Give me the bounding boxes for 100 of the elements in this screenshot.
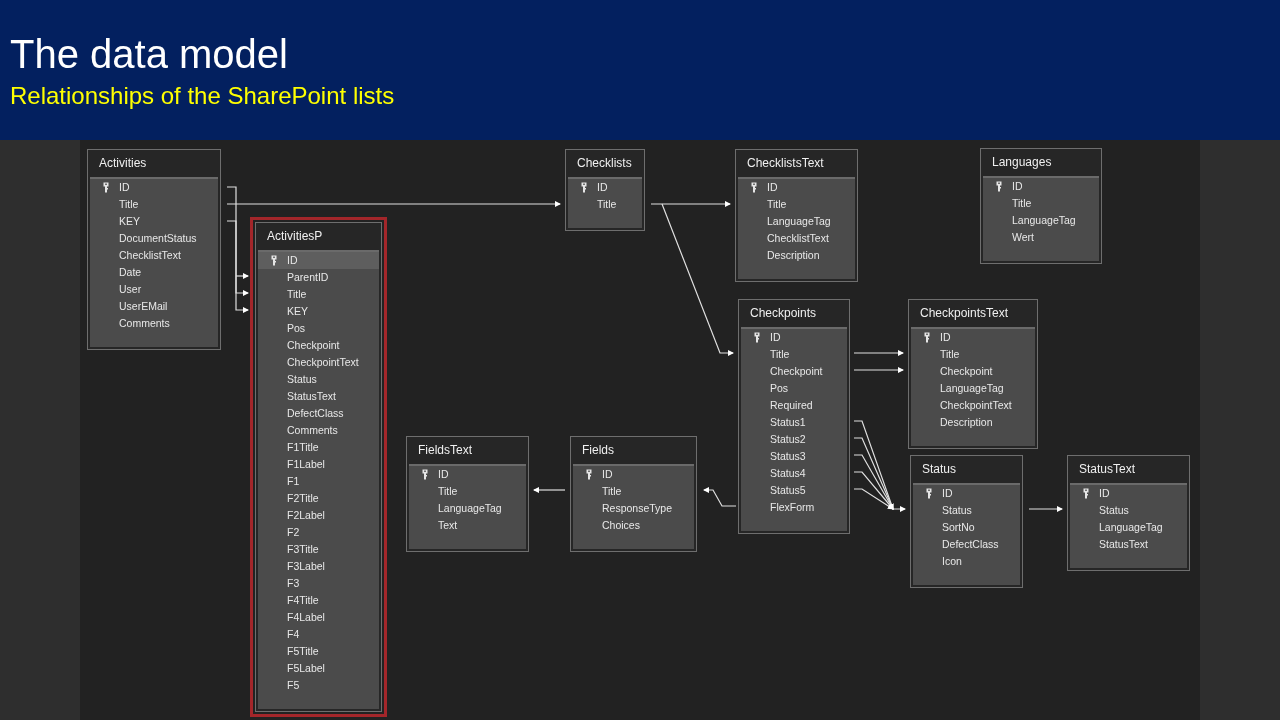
column-row[interactable]: Choices xyxy=(573,517,694,534)
column-row[interactable]: Title xyxy=(911,346,1035,363)
column-row[interactable]: Checkpoint xyxy=(741,363,847,380)
column-row[interactable]: Title xyxy=(90,196,218,213)
relationship-line xyxy=(853,367,904,373)
column-row[interactable]: ID xyxy=(911,329,1035,346)
column-row[interactable]: ID xyxy=(568,179,642,196)
column-name: Choices xyxy=(602,519,640,532)
column-row[interactable]: Status1 xyxy=(741,414,847,431)
table-card[interactable]: Fields ID Title ResponseType Choices xyxy=(570,436,697,552)
column-row[interactable]: Title xyxy=(258,286,379,303)
column-row[interactable]: Status xyxy=(913,502,1020,519)
column-row[interactable]: ID xyxy=(741,329,847,346)
column-row[interactable]: Status xyxy=(258,371,379,388)
column-row[interactable]: ParentID xyxy=(258,269,379,286)
column-row[interactable]: Title xyxy=(738,196,855,213)
column-row[interactable]: F2 xyxy=(258,524,379,541)
column-row[interactable]: DocumentStatus xyxy=(90,230,218,247)
table-card[interactable]: ChecklistsText ID Title LanguageTag ChecklistText Description xyxy=(735,149,858,282)
column-row[interactable]: Status xyxy=(1070,502,1187,519)
column-row[interactable]: ID xyxy=(258,252,379,269)
table-card[interactable]: FieldsText ID Title LanguageTag Text xyxy=(406,436,529,552)
column-row[interactable]: ID xyxy=(1070,485,1187,502)
column-row[interactable]: ChecklistText xyxy=(738,230,855,247)
column-row[interactable]: ID xyxy=(90,179,218,196)
column-row[interactable]: Wert xyxy=(983,229,1099,246)
column-row[interactable]: DefectClass xyxy=(913,536,1020,553)
column-row[interactable]: Required xyxy=(741,397,847,414)
column-name: Title xyxy=(770,348,790,361)
column-name: DocumentStatus xyxy=(119,232,197,245)
table-card[interactable]: Status ID Status SortNo DefectClass Icon xyxy=(910,455,1023,588)
column-row[interactable]: ID xyxy=(738,179,855,196)
column-row[interactable]: F1Label xyxy=(258,456,379,473)
column-row[interactable]: Checkpoint xyxy=(258,337,379,354)
column-row[interactable]: Pos xyxy=(741,380,847,397)
column-row[interactable]: LanguageTag xyxy=(738,213,855,230)
column-row[interactable]: F3Title xyxy=(258,541,379,558)
column-row[interactable]: CheckpointText xyxy=(911,397,1035,414)
column-row[interactable]: F3Label xyxy=(258,558,379,575)
column-row[interactable]: Checkpoint xyxy=(911,363,1035,380)
column-row[interactable]: F3 xyxy=(258,575,379,592)
column-name: KEY xyxy=(287,305,308,318)
column-row[interactable]: Icon xyxy=(913,553,1020,570)
column-row[interactable]: LanguageTag xyxy=(983,212,1099,229)
column-row[interactable]: Status3 xyxy=(741,448,847,465)
table-card[interactable]: Checklists ID Title xyxy=(565,149,645,231)
column-row[interactable]: F4 xyxy=(258,626,379,643)
column-row[interactable]: F5 xyxy=(258,677,379,694)
column-row[interactable]: Title xyxy=(983,195,1099,212)
column-name: F2Title xyxy=(287,492,319,505)
column-row[interactable]: LanguageTag xyxy=(1070,519,1187,536)
column-row[interactable]: Title xyxy=(568,196,642,213)
column-row[interactable]: LanguageTag xyxy=(911,380,1035,397)
table-card[interactable]: Checkpoints ID Title Checkpoint Pos Required Status1 Status2 Status3 Status4 Status5 FlexForm xyxy=(738,299,850,534)
column-row[interactable]: Text xyxy=(409,517,526,534)
column-row[interactable]: F5Title xyxy=(258,643,379,660)
column-row[interactable]: Status2 xyxy=(741,431,847,448)
column-name: Required xyxy=(770,399,813,412)
column-row[interactable]: F1 xyxy=(258,473,379,490)
column-row[interactable]: Date xyxy=(90,264,218,281)
table-card[interactable]: ActivitiesP ID ParentID Title KEY Pos Checkpoint CheckpointText Status StatusText DefectClass Comments F1Title F1Label F1 F2Title F2Label F2 F3Title F3Label F3 F4Title F4Label F4 F5Title F5Label F5 xyxy=(250,217,387,717)
column-row[interactable]: ID xyxy=(913,485,1020,502)
column-row[interactable]: ID xyxy=(573,466,694,483)
column-name: LanguageTag xyxy=(1012,214,1076,227)
column-row[interactable]: Description xyxy=(911,414,1035,431)
column-row[interactable]: F2Label xyxy=(258,507,379,524)
table-card[interactable]: Languages ID Title LanguageTag Wert xyxy=(980,148,1102,264)
column-row[interactable]: Pos xyxy=(258,320,379,337)
column-row[interactable]: Status5 xyxy=(741,482,847,499)
column-row[interactable]: Title xyxy=(409,483,526,500)
table-card[interactable]: Activities ID Title KEY DocumentStatus ChecklistText Date User UserEMail Comments xyxy=(87,149,221,350)
column-row[interactable]: ID xyxy=(983,178,1099,195)
column-name: Status1 xyxy=(770,416,806,429)
column-row[interactable]: CheckpointText xyxy=(258,354,379,371)
column-row[interactable]: Title xyxy=(741,346,847,363)
column-row[interactable]: LanguageTag xyxy=(409,500,526,517)
column-row[interactable]: Description xyxy=(738,247,855,264)
column-row[interactable]: Comments xyxy=(258,422,379,439)
table-card[interactable]: CheckpointsText ID Title Checkpoint LanguageTag CheckpointText Description xyxy=(908,299,1038,449)
column-row[interactable]: F1Title xyxy=(258,439,379,456)
column-row[interactable]: F4Title xyxy=(258,592,379,609)
column-row[interactable]: KEY xyxy=(90,213,218,230)
column-row[interactable]: User xyxy=(90,281,218,298)
column-row[interactable]: F4Label xyxy=(258,609,379,626)
column-row[interactable]: FlexForm xyxy=(741,499,847,516)
column-row[interactable]: StatusText xyxy=(258,388,379,405)
column-row[interactable]: Comments xyxy=(90,315,218,332)
column-row[interactable]: F2Title xyxy=(258,490,379,507)
column-row[interactable]: ChecklistText xyxy=(90,247,218,264)
column-row[interactable]: KEY xyxy=(258,303,379,320)
column-row[interactable]: StatusText xyxy=(1070,536,1187,553)
column-row[interactable]: SortNo xyxy=(913,519,1020,536)
column-row[interactable]: F5Label xyxy=(258,660,379,677)
column-row[interactable]: UserEMail xyxy=(90,298,218,315)
column-row[interactable]: Title xyxy=(573,483,694,500)
column-row[interactable]: DefectClass xyxy=(258,405,379,422)
column-row[interactable]: ID xyxy=(409,466,526,483)
table-card[interactable]: StatusText ID Status LanguageTag StatusText xyxy=(1067,455,1190,571)
column-row[interactable]: Status4 xyxy=(741,465,847,482)
column-row[interactable]: ResponseType xyxy=(573,500,694,517)
